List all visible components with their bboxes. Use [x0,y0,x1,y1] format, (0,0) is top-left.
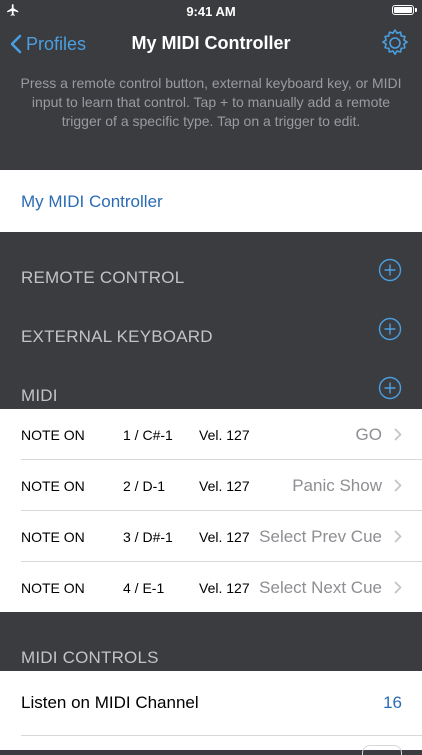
chevron-right-icon [394,479,402,492]
midi-trigger-row[interactable]: NOTE ON 4 / E-1 Vel. 127 Select Next Cue [0,562,422,613]
plus-circle-icon [378,258,402,282]
section-remote-control: REMOTE CONTROL [0,258,422,298]
listen-midi-channel-label: Listen on MIDI Channel [21,693,199,712]
trigger-type: NOTE ON [21,580,85,596]
profile-name: My MIDI Controller [21,192,163,211]
page-title: My MIDI Controller [131,33,291,53]
row-divider [21,735,422,736]
plus-circle-icon [378,376,402,400]
section-label-external-keyboard: EXTERNAL KEYBOARD [21,327,213,346]
chevron-right-icon [394,530,402,543]
status-time: 9:41 AM [186,4,236,19]
profile-name-row[interactable]: My MIDI Controller [0,170,422,232]
status-bar: 9:41 AM [0,0,422,22]
trigger-velocity: Vel. 127 [199,529,250,545]
section-label-midi: MIDI [21,386,58,405]
trigger-velocity: Vel. 127 [199,427,250,443]
add-remote-control-button[interactable] [378,258,402,282]
midi-trigger-row[interactable]: NOTE ON 1 / C#-1 Vel. 127 GO [0,409,422,460]
trigger-type: NOTE ON [21,529,85,545]
midi-trigger-row[interactable]: NOTE ON 2 / D-1 Vel. 127 Panic Show [0,460,422,511]
trigger-velocity: Vel. 127 [199,478,250,494]
section-external-keyboard: EXTERNAL KEYBOARD [0,317,422,357]
help-text: Press a remote control button, external … [20,75,402,129]
listen-midi-channel-row[interactable]: Listen on MIDI Channel 16 [0,671,422,755]
listen-midi-channel-value: 16 [383,693,402,712]
trigger-action: GO [355,425,382,444]
trigger-note: 1 / C#-1 [123,427,173,443]
toggle-switch[interactable] [362,745,402,755]
trigger-action: Panic Show [292,476,382,495]
trigger-note: 3 / D#-1 [123,529,173,545]
trigger-action: Select Prev Cue [259,527,382,546]
trigger-type: NOTE ON [21,427,85,443]
navigation-bar: Profiles My MIDI Controller [0,22,422,66]
chevron-right-icon [394,428,402,441]
chevron-right-icon [394,581,402,594]
section-label-midi-controls: MIDI CONTROLS [21,648,159,667]
trigger-type: NOTE ON [21,478,85,494]
trigger-note: 2 / D-1 [123,478,166,494]
trigger-action: Select Next Cue [259,578,382,597]
add-midi-button[interactable] [378,376,402,400]
section-label-remote-control: REMOTE CONTROL [21,268,185,287]
plus-circle-icon [378,317,402,341]
settings-button[interactable] [378,26,412,60]
gear-icon [382,29,408,55]
battery-icon [392,5,417,15]
add-external-keyboard-button[interactable] [378,317,402,341]
trigger-note: 4 / E-1 [123,580,165,596]
trigger-velocity: Vel. 127 [199,580,250,596]
midi-trigger-list: NOTE ON 1 / C#-1 Vel. 127 GO NOTE ON 2 /… [0,409,422,612]
midi-trigger-row[interactable]: NOTE ON 3 / D#-1 Vel. 127 Select Prev Cu… [0,511,422,562]
